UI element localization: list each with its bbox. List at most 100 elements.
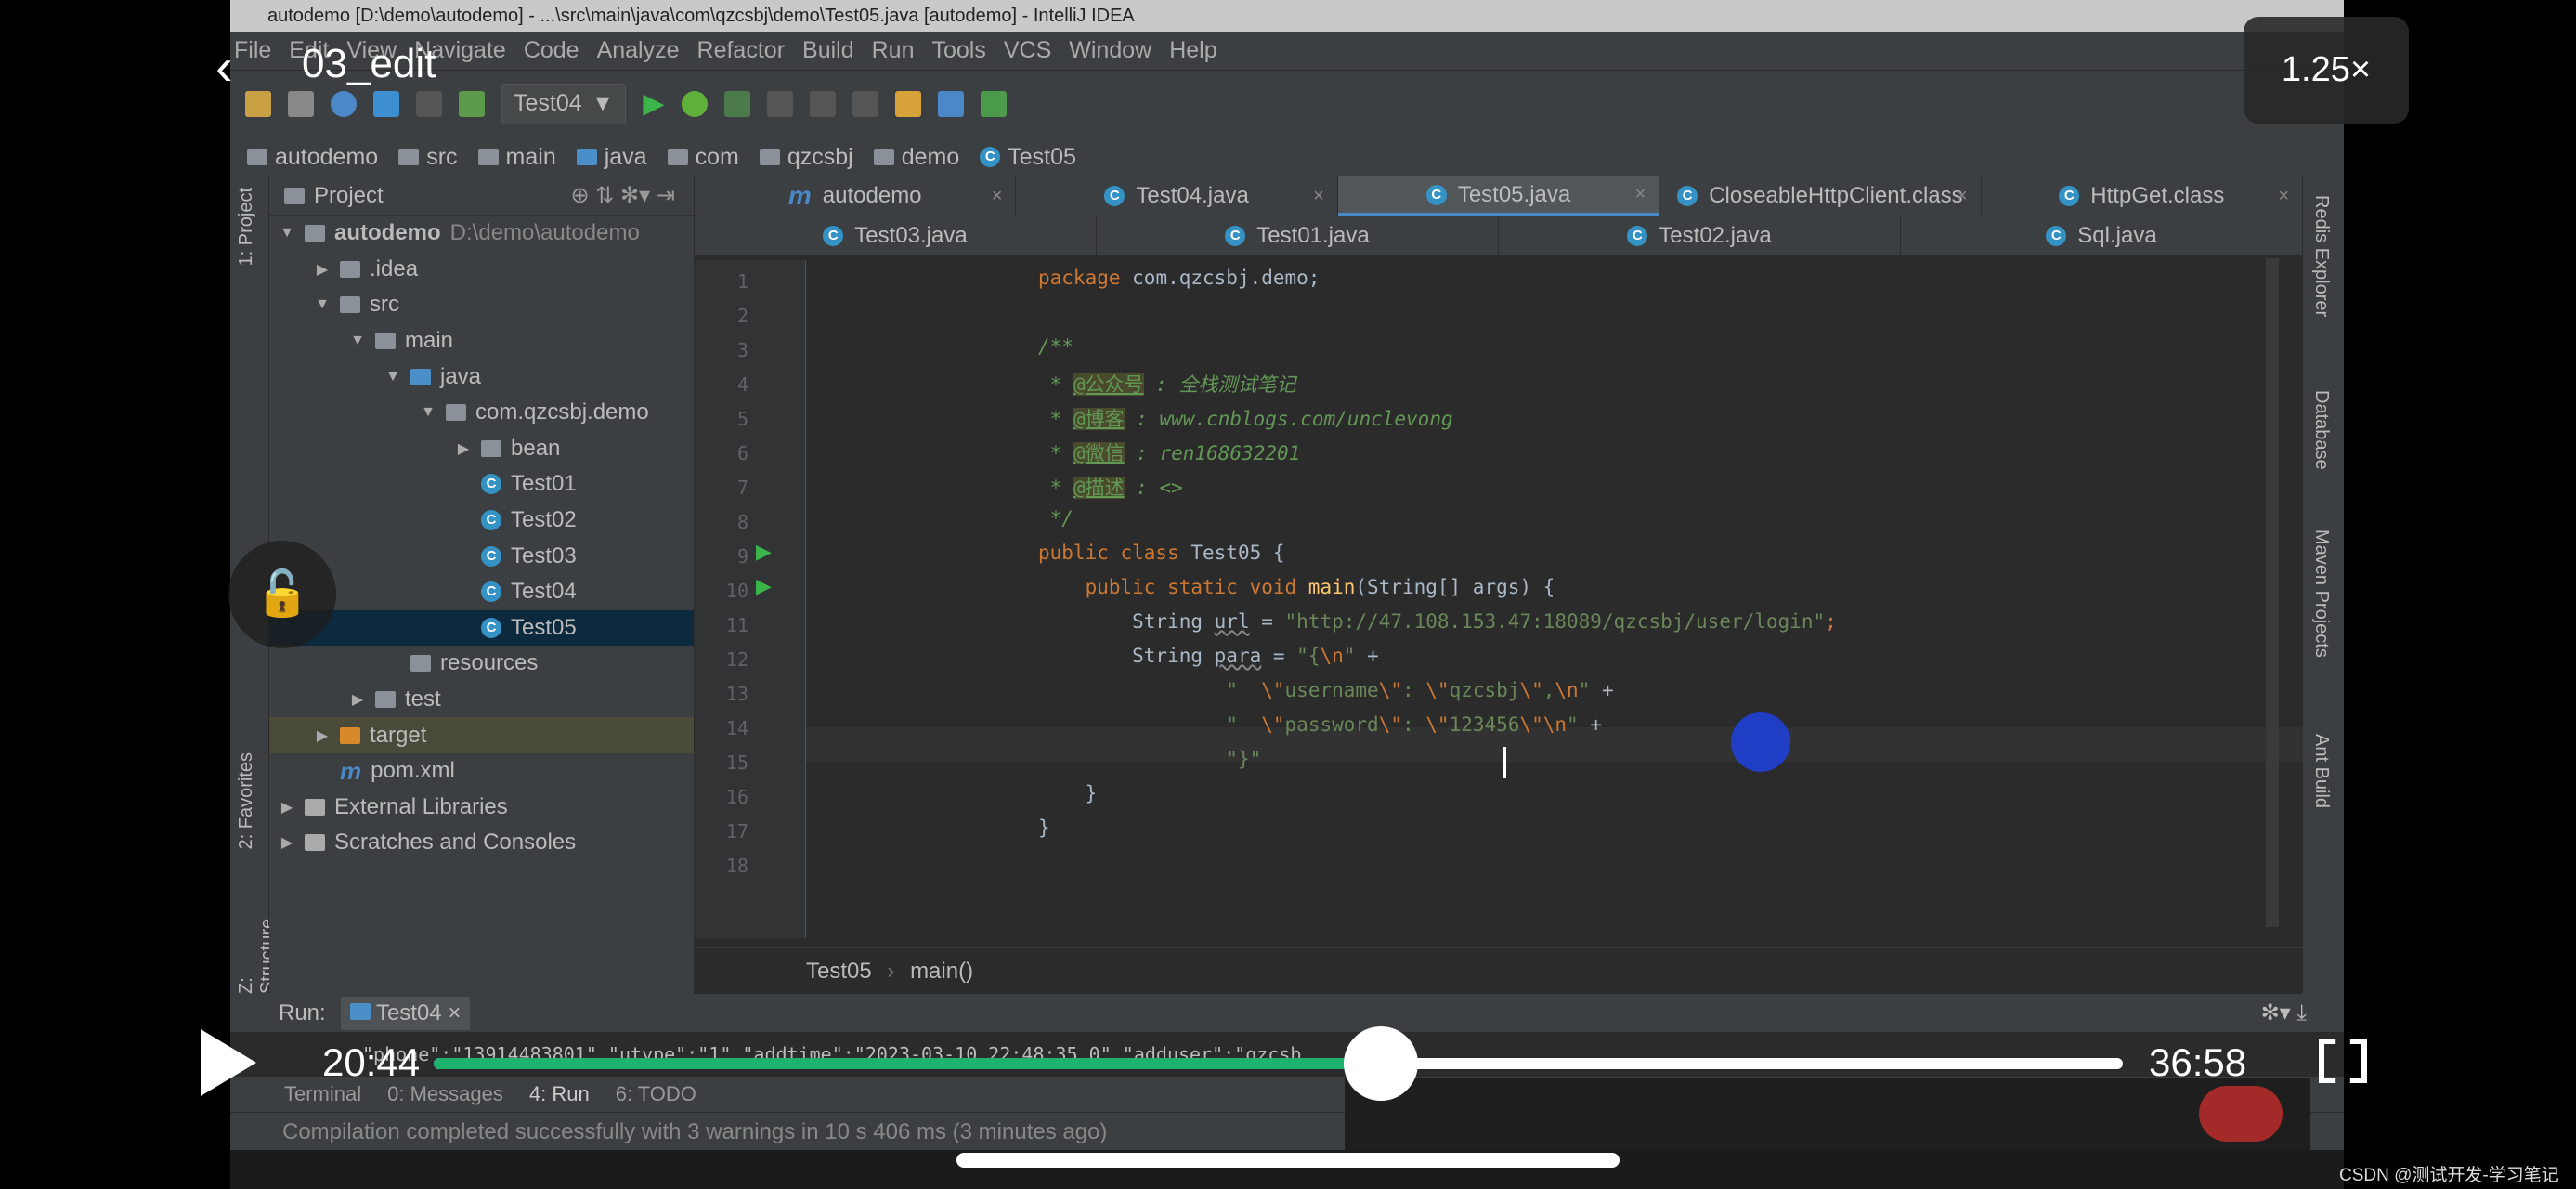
project-view-select[interactable]: Project	[314, 183, 384, 209]
debug-icon[interactable]	[681, 90, 708, 117]
editor-tab[interactable]: C Test04.java ×	[1016, 176, 1338, 216]
tree-item[interactable]: ▶ External Libraries	[269, 790, 694, 826]
run-gutter-icon[interactable]: ▶	[756, 574, 772, 598]
tree-item[interactable]: ▶ test	[269, 682, 694, 718]
menu-help[interactable]: Help	[1169, 32, 1216, 70]
expand-arrow-icon[interactable]: ▶	[314, 726, 331, 745]
right-tool-redis-explorer[interactable]: Redis Explorer	[2310, 195, 2332, 317]
sdk-icon[interactable]	[980, 90, 1007, 117]
menu-analyze[interactable]: Analyze	[597, 32, 680, 70]
coverage-icon[interactable]	[723, 90, 750, 117]
save-icon[interactable]	[288, 90, 314, 117]
tree-item[interactable]: C Test03	[269, 538, 694, 574]
open-icon[interactable]	[245, 90, 271, 117]
tree-item[interactable]: ▶ Scratches and Consoles	[269, 825, 694, 861]
close-icon[interactable]: ×	[1635, 184, 1646, 205]
play-icon[interactable]	[201, 1029, 256, 1096]
tree-item[interactable]: ▶ bean	[269, 431, 694, 467]
expand-arrow-icon[interactable]: ▶	[314, 260, 331, 279]
playback-speed-button[interactable]: 1.25×	[2244, 17, 2409, 124]
panel-settings-icon[interactable]: ⊕ ⇅ ✻▾ ⇥	[571, 182, 676, 209]
expand-arrow-icon[interactable]: ▶	[455, 439, 472, 458]
expand-arrow-icon[interactable]: ▼	[384, 369, 401, 385]
tree-item[interactable]: ▼ java	[269, 359, 694, 395]
breadcrumb-item[interactable]: java	[576, 144, 647, 171]
menu-refactor[interactable]: Refactor	[697, 32, 785, 70]
tree-item[interactable]: resources	[269, 646, 694, 682]
tree-item[interactable]: ▼ autodemo D:\demo\autodemo	[269, 216, 694, 252]
expand-arrow-icon[interactable]: ▶	[279, 798, 295, 817]
settings-icon[interactable]	[894, 90, 921, 117]
editor-tab[interactable]: m autodemo ×	[695, 176, 1017, 216]
expand-arrow-icon[interactable]: ▼	[349, 333, 366, 349]
vcs-icon[interactable]	[809, 90, 836, 117]
menu-run[interactable]: Run	[872, 32, 915, 70]
lock-icon[interactable]: 🔓	[228, 541, 336, 648]
tree-item[interactable]: C Test01	[269, 466, 694, 503]
editor-scrollbar[interactable]	[2266, 258, 2279, 927]
tree-item[interactable]: ▼ src	[269, 287, 694, 323]
terminal-tab[interactable]: Terminal	[284, 1082, 361, 1106]
editor-tab[interactable]: C Sql.java	[1901, 216, 2303, 255]
expand-arrow-icon[interactable]: ▼	[420, 404, 436, 421]
editor-tab[interactable]: C Test03.java	[695, 216, 1097, 255]
run-icon[interactable]: ▶	[643, 87, 664, 120]
favorites-tool-button[interactable]: 2: Favorites	[236, 752, 257, 849]
progress-track[interactable]	[434, 1026, 2123, 1101]
tree-item[interactable]: m pom.xml	[269, 753, 694, 790]
progress-thumb[interactable]	[1344, 1026, 1419, 1101]
sync-icon[interactable]	[331, 90, 357, 117]
menu-window[interactable]: Window	[1069, 32, 1151, 70]
menu-vcs[interactable]: VCS	[1004, 32, 1051, 70]
close-icon[interactable]: ×	[1313, 186, 1324, 207]
editor-tab[interactable]: C Test02.java	[1499, 216, 1901, 255]
expand-arrow-icon[interactable]: ▼	[314, 296, 331, 313]
forward-icon[interactable]	[416, 90, 442, 117]
back-icon[interactable]	[373, 90, 399, 117]
breadcrumb-item[interactable]: qzcsbj	[759, 144, 853, 171]
menu-file[interactable]: File	[234, 32, 271, 70]
update-icon[interactable]	[852, 90, 878, 117]
menu-tools[interactable]: Tools	[931, 32, 985, 70]
editor-tab[interactable]: C Test05.java ×	[1337, 176, 1660, 216]
crumb-method[interactable]: main()	[910, 959, 973, 984]
right-tool-database[interactable]: Database	[2310, 390, 2332, 470]
close-icon[interactable]: ×	[1957, 186, 1968, 207]
project-structure-icon[interactable]	[937, 90, 964, 117]
back-arrow-icon[interactable]: ‹	[215, 41, 233, 93]
end-recording-button[interactable]	[2199, 1086, 2283, 1142]
stop-icon[interactable]	[766, 90, 793, 117]
tree-item[interactable]: ▼ main	[269, 323, 694, 359]
run-config-select[interactable]: Test04 ▼	[501, 83, 627, 124]
crumb-class[interactable]: Test05	[806, 959, 872, 984]
menu-build[interactable]: Build	[802, 32, 854, 70]
breadcrumb-item[interactable]: C Test05	[980, 144, 1076, 171]
build-icon[interactable]	[459, 90, 485, 117]
todo-tab[interactable]: 6: TODO	[616, 1082, 696, 1106]
expand-arrow-icon[interactable]: ▶	[349, 690, 366, 709]
tree-item[interactable]: C Test05	[269, 609, 694, 647]
expand-arrow-icon[interactable]: ▼	[279, 225, 295, 242]
breadcrumb-item[interactable]: com	[667, 144, 739, 171]
run-settings-icon[interactable]: ✻▾ ⤓	[2261, 1000, 2307, 1026]
breadcrumb-item[interactable]: demo	[873, 144, 959, 171]
tree-item[interactable]: ▼ com.qzcsbj.demo	[269, 395, 694, 431]
run-tab[interactable]: Test04 ×	[340, 996, 471, 1030]
menu-code[interactable]: Code	[524, 32, 579, 70]
run-tool-tab[interactable]: 4: Run	[529, 1082, 590, 1106]
tree-item[interactable]: C Test02	[269, 503, 694, 539]
right-tool-ant-build[interactable]: Ant Build	[2310, 734, 2332, 808]
close-icon[interactable]: ×	[2278, 186, 2289, 207]
run-gutter-icon[interactable]: ▶	[756, 540, 772, 564]
messages-tab[interactable]: 0: Messages	[387, 1082, 503, 1106]
close-icon[interactable]: ×	[992, 186, 1003, 207]
editor-tab[interactable]: C HttpGet.class ×	[1982, 176, 2304, 216]
tree-item[interactable]: ▶ target	[269, 717, 694, 753]
project-tool-button[interactable]: 1: Project	[236, 188, 257, 266]
breadcrumb-item[interactable]: src	[398, 144, 458, 171]
tree-item[interactable]: ▶ .idea	[269, 252, 694, 288]
right-tool-maven-projects[interactable]: Maven Projects	[2310, 529, 2332, 658]
editor-tab[interactable]: C CloseableHttpClient.class ×	[1659, 176, 1982, 216]
home-indicator[interactable]	[956, 1153, 1620, 1168]
editor-tab[interactable]: C Test01.java	[1097, 216, 1499, 255]
